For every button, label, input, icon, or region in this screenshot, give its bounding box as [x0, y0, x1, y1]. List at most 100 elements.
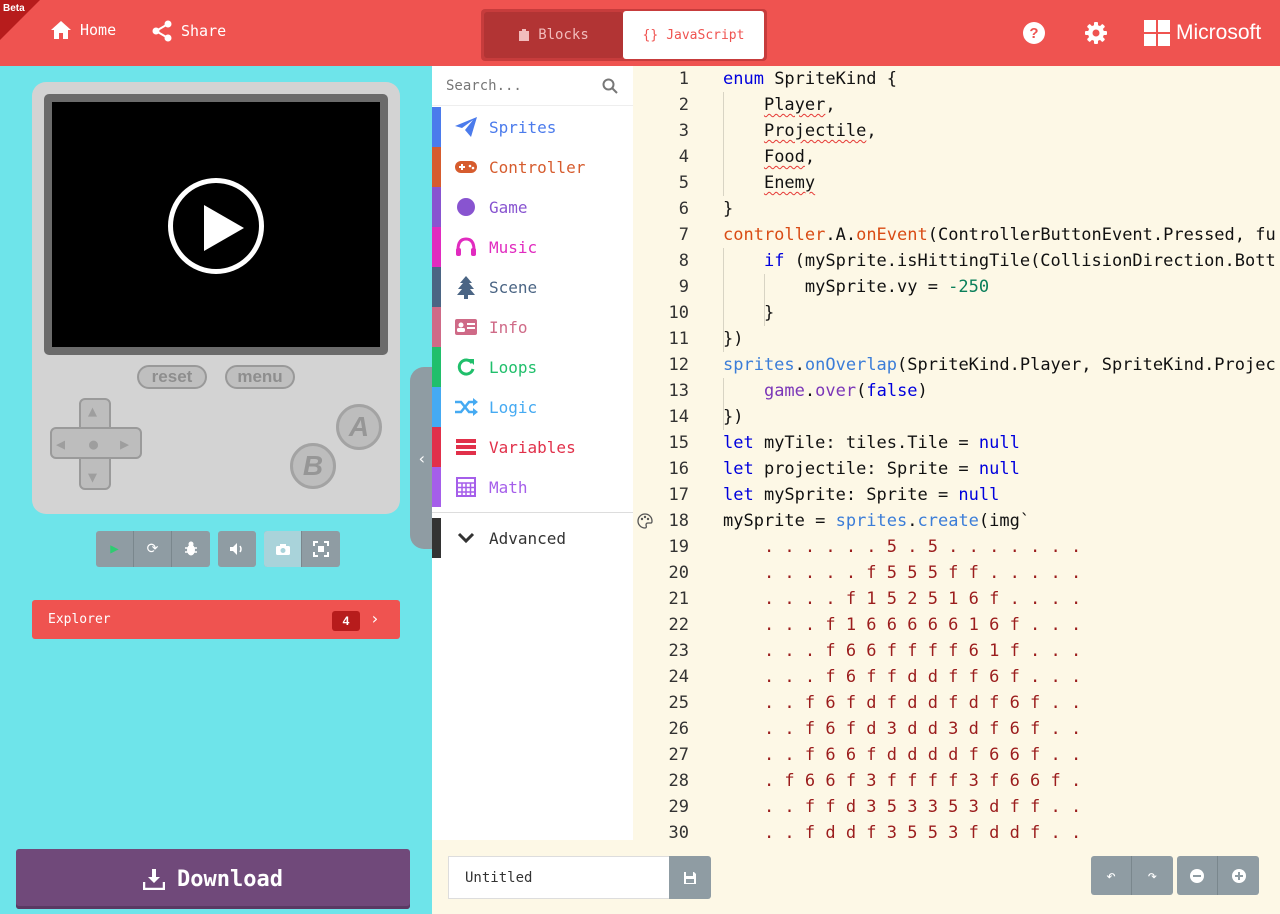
category-music[interactable]: Music [432, 227, 633, 267]
line-number: 13 [668, 381, 689, 401]
category-loops[interactable]: Loops [432, 347, 633, 387]
save-button[interactable] [669, 856, 711, 899]
zoom-in-button[interactable] [1218, 856, 1259, 895]
circle-icon [443, 197, 489, 217]
dpad-center-icon: ● [89, 435, 99, 453]
explorer-count-badge: 4 [332, 611, 360, 631]
category-logic[interactable]: Logic [432, 387, 633, 427]
javascript-label: JavaScript [666, 27, 745, 43]
code-line: . . . f 6 6 f f f f 6 1 f . . . [723, 641, 1082, 661]
javascript-tab[interactable]: {} JavaScript [623, 11, 764, 59]
palette-icon[interactable] [637, 513, 653, 529]
tree-icon [443, 275, 489, 299]
volume-icon [230, 543, 242, 555]
sim-mute-button[interactable] [218, 531, 256, 567]
sim-control-group: ▶ ⟳ [96, 531, 210, 567]
headphones-icon [443, 237, 489, 257]
line-number: 26 [668, 719, 689, 739]
redo-icon: ↷ [1147, 866, 1158, 885]
sim-play-button[interactable]: ▶ [96, 531, 134, 567]
category-game[interactable]: Game [432, 187, 633, 227]
sim-restart-button[interactable]: ⟳ [134, 531, 172, 567]
redo-button[interactable]: ↷ [1132, 856, 1173, 895]
line-number: 24 [668, 667, 689, 687]
category-advanced[interactable]: Advanced [432, 518, 633, 558]
dpad[interactable]: ▲ ▼ ◀ ▶ ● [50, 398, 142, 490]
category-variables[interactable]: Variables [432, 427, 633, 467]
settings-button[interactable] [1084, 21, 1108, 49]
indent-guide [723, 92, 724, 196]
dpad-up-icon[interactable]: ▲ [88, 402, 97, 420]
b-button[interactable]: B [290, 443, 336, 489]
category-controller[interactable]: Controller [432, 147, 633, 187]
category-label: Advanced [489, 528, 567, 548]
line-number: 27 [668, 745, 689, 765]
home-button[interactable]: Home [50, 20, 116, 40]
blocks-tab[interactable]: Blocks [484, 12, 623, 58]
code-line: } [723, 199, 734, 219]
line-number: 2 [678, 95, 689, 115]
game-simulator: reset menu ▲ ▼ ◀ ▶ ● A B [32, 82, 400, 514]
project-name-input[interactable] [448, 856, 670, 899]
code-line: sprites.onOverlap(SpriteKind.Player, Spr… [723, 355, 1276, 375]
line-number: 14 [668, 407, 689, 427]
zoom-out-button[interactable] [1177, 856, 1218, 895]
simulator-screen[interactable] [52, 102, 380, 347]
category-math[interactable]: Math [432, 467, 633, 507]
code-editor[interactable]: 1 2 3 4 5 6 7 8 9 10 11 12 13 14 15 16 17 18 19 20 21 22 23 24 2… [633, 66, 1280, 840]
line-number: 20 [668, 563, 689, 583]
category-label: Loops [489, 357, 538, 377]
share-icon [152, 20, 172, 42]
explorer-panel[interactable]: Explorer 4 › [32, 600, 400, 639]
category-scene[interactable]: Scene [432, 267, 633, 307]
zoom-group [1177, 856, 1259, 895]
line-number: 12 [668, 355, 689, 375]
a-button[interactable]: A [336, 404, 382, 450]
minus-circle-icon [1190, 868, 1204, 883]
editor-mode-toggle: Blocks {} JavaScript [481, 9, 767, 61]
bug-icon [185, 541, 197, 556]
dpad-right-icon[interactable]: ▶ [120, 435, 129, 453]
reset-button[interactable]: reset [137, 365, 207, 389]
sim-screenshot-button[interactable] [264, 531, 302, 567]
play-icon[interactable] [168, 178, 264, 274]
line-number: 11 [668, 329, 689, 349]
code-line: . . f 6 6 f d d d d f 6 6 f . . [723, 745, 1082, 765]
code-line: . . f 6 f d f d d f d f 6 f . . [723, 693, 1082, 713]
line-number: 30 [668, 823, 689, 840]
microsoft-grid-icon [1144, 20, 1170, 46]
category-separator [432, 512, 633, 513]
line-number: 7 [678, 225, 689, 245]
code-line: enum SpriteKind { [723, 69, 898, 89]
dpad-left-icon[interactable]: ◀ [56, 435, 65, 453]
category-label: Game [489, 197, 528, 217]
line-number: 3 [678, 121, 689, 141]
menu-button[interactable]: menu [225, 365, 295, 389]
code-line: } [723, 303, 775, 323]
collapse-simulator-handle[interactable]: ‹ [410, 367, 434, 549]
dpad-down-icon[interactable]: ▼ [88, 468, 97, 486]
search-icon[interactable] [602, 78, 618, 94]
code-line: controller.A.onEvent(ControllerButtonEve… [723, 225, 1276, 245]
blocks-label: Blocks [538, 27, 589, 43]
microsoft-logo[interactable]: Microsoft [1144, 20, 1261, 46]
line-number: 19 [668, 537, 689, 557]
category-sprites[interactable]: Sprites [432, 107, 633, 147]
download-button[interactable]: Download [16, 849, 410, 909]
download-icon [143, 869, 166, 890]
code-line: . . f d d f 3 5 5 3 f d d f . . [723, 823, 1082, 840]
sim-debug-button[interactable] [172, 531, 210, 567]
code-line: }) [723, 407, 744, 427]
sim-fullscreen-button[interactable] [302, 531, 340, 567]
code-line: let projectile: Sprite = null [723, 459, 1020, 479]
plus-circle-icon [1231, 868, 1246, 883]
code-line: . . f f d 3 5 3 3 5 3 d f f . . [723, 797, 1082, 817]
gear-icon [1085, 22, 1107, 44]
help-button[interactable]: ? [1023, 22, 1045, 44]
share-button[interactable]: Share [151, 20, 226, 42]
line-number: 8 [678, 251, 689, 271]
undo-button[interactable]: ↶ [1091, 856, 1132, 895]
search-input[interactable] [446, 76, 596, 96]
indent-guide [723, 378, 724, 430]
category-info[interactable]: Info [432, 307, 633, 347]
